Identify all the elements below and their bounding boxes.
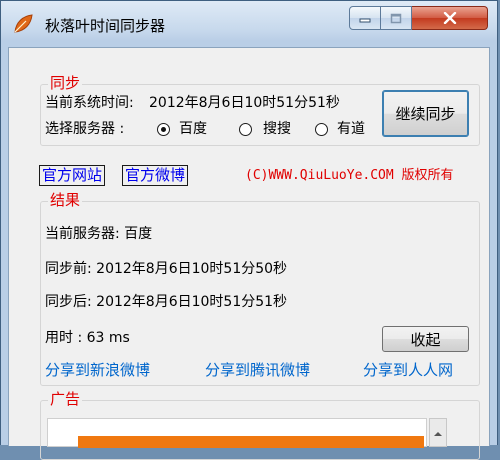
radio-youdao[interactable]: [315, 123, 328, 136]
share-renren-link[interactable]: 分享到人人网: [363, 361, 453, 379]
maximize-icon: [390, 13, 402, 23]
window-title: 秋落叶时间同步器: [45, 17, 166, 35]
before-sync-text: 同步前: 2012年8月6日10时51分50秒: [45, 261, 288, 277]
server-option-baidu[interactable]: 百度: [157, 120, 225, 138]
title-bar[interactable]: 秋落叶时间同步器: [1, 1, 497, 47]
collapse-button[interactable]: 收起: [382, 326, 469, 352]
system-time-label: 当前系统时间:: [45, 95, 134, 111]
system-time-value: 2012年8月6日10时51分51秒: [149, 95, 340, 111]
share-sina-link[interactable]: 分享到新浪微博: [45, 361, 150, 379]
after-sync-text: 同步后: 2012年8月6日10时51分51秒: [45, 294, 288, 310]
client-area: 同步 当前系统时间: 2012年8月6日10时51分51秒 选择服务器 : 百度…: [8, 47, 490, 460]
leaf-icon: [14, 14, 33, 33]
current-server-text: 当前服务器: 百度: [45, 226, 153, 242]
sync-group-label: 同步: [48, 74, 83, 92]
app-window: 秋落叶时间同步器 同步 当前系统时间: 2012年8月6日10时51分51秒 选…: [0, 0, 498, 460]
ad-group-label: 广告: [48, 390, 83, 408]
minimize-icon: [359, 18, 371, 23]
server-option-label: 百度: [179, 121, 207, 137]
server-option-youdao[interactable]: 有道: [315, 120, 383, 138]
share-tencent-link[interactable]: 分享到腾讯微博: [205, 361, 310, 379]
ad-scrollbar[interactable]: [429, 418, 447, 447]
official-site-link[interactable]: 官方网站: [39, 165, 106, 186]
server-label: 选择服务器 :: [45, 121, 125, 137]
radio-baidu[interactable]: [157, 123, 170, 136]
elapsed-time-text: 用时 : 63 ms: [45, 330, 130, 346]
scroll-up-icon[interactable]: [430, 427, 446, 441]
maximize-button[interactable]: [381, 6, 412, 30]
copyright-text: (C)WWW.QiuLuoYe.COM 版权所有: [245, 168, 454, 183]
close-icon: [443, 12, 456, 24]
ad-frame[interactable]: [47, 418, 427, 448]
close-button[interactable]: [412, 6, 488, 30]
continue-sync-button[interactable]: 继续同步: [382, 90, 469, 137]
server-option-soso[interactable]: 搜搜: [239, 120, 307, 138]
server-option-label: 搜搜: [263, 121, 291, 137]
ad-banner[interactable]: [78, 436, 424, 448]
official-weibo-link[interactable]: 官方微博: [122, 165, 189, 186]
minimize-button[interactable]: [349, 6, 381, 30]
radio-soso[interactable]: [239, 123, 252, 136]
result-group-label: 结果: [48, 191, 83, 209]
server-option-label: 有道: [337, 121, 365, 137]
